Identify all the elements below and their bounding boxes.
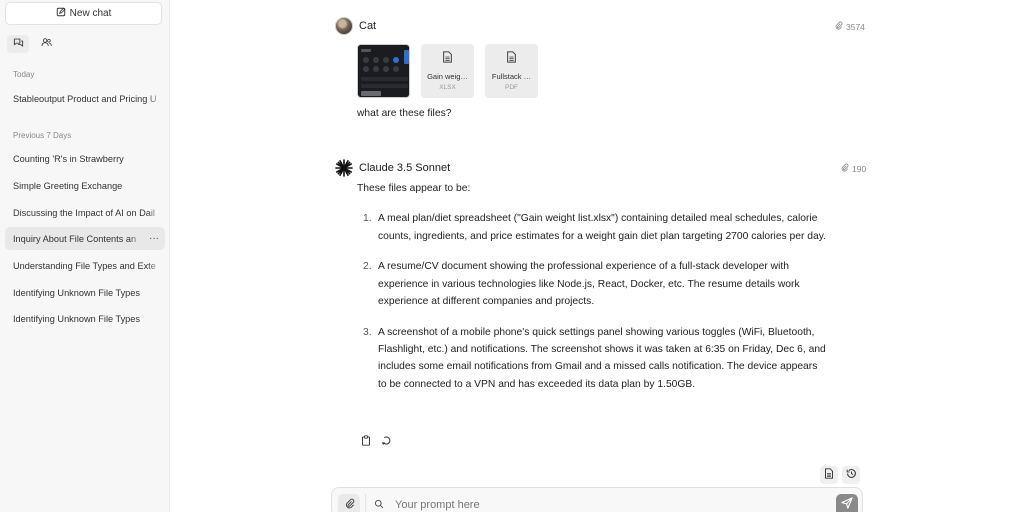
refresh-icon — [381, 433, 392, 451]
file-name: Fullstack … — [491, 72, 532, 81]
chat-app: New chat Today Stableoutput Product and … — [0, 0, 1024, 512]
export-button[interactable] — [820, 466, 838, 484]
list-number: 3. — [363, 326, 372, 338]
sidebar-item-label: Discussing the Impact of AI on Dail — [13, 207, 155, 218]
sidebar-item-label: Identifying Unknown File Types — [13, 313, 140, 324]
sidebar-item-chat[interactable]: Identifying Unknown File Types — [5, 307, 165, 330]
avatar — [335, 17, 353, 35]
list-number: 2. — [363, 261, 372, 273]
new-chat-button[interactable]: New chat — [5, 2, 162, 25]
document-icon — [442, 50, 453, 68]
list-item: 1. A meal plan/diet spreadsheet ("Gain w… — [357, 210, 827, 245]
sidebar-item-chat[interactable]: Identifying Unknown File Types — [5, 281, 165, 304]
list-item: 2. A resume/CV document showing the prof… — [357, 258, 827, 310]
list-item: 3. A screenshot of a mobile phone's quic… — [357, 324, 827, 393]
sidebar-item-label: Simple Greeting Exchange — [13, 180, 123, 191]
send-icon — [841, 496, 853, 512]
sidebar-item-label: Inquiry About File Contents an — [13, 233, 137, 244]
list-number: 1. — [363, 213, 372, 225]
message-actions — [359, 433, 393, 451]
file-attachment-xlsx[interactable]: Gain weig… XLSX — [421, 44, 474, 98]
file-type: XLSX — [439, 84, 456, 91]
new-chat-label: New chat — [69, 8, 112, 19]
file-type: PDF — [505, 84, 518, 91]
edit-icon — [56, 7, 66, 20]
token-count: 3574 — [846, 21, 865, 32]
attach-button[interactable] — [338, 494, 360, 512]
file-name: Gain weig… — [427, 72, 468, 81]
sidebar-item-chat[interactable]: Understanding File Types and Exte — [5, 254, 165, 277]
section-today: Today — [13, 70, 35, 79]
assistant-message-body: These files appear to be: 1. A meal plan… — [357, 180, 827, 406]
image-attachment-thumbnail[interactable] — [357, 44, 410, 98]
more-options-icon[interactable]: ··· — [145, 233, 163, 244]
section-previous-7-days: Previous 7 Days — [13, 131, 72, 140]
user-message-text: what are these files? — [357, 108, 452, 119]
prompt-composer — [331, 487, 863, 512]
token-count-badge: 190 — [840, 163, 866, 174]
history-icon — [846, 466, 857, 484]
send-button[interactable] — [836, 494, 858, 512]
search-toggle[interactable] — [365, 494, 391, 512]
regenerate-button[interactable] — [380, 435, 393, 448]
sidebar-item-label: Identifying Unknown File Types — [13, 287, 140, 298]
sidebar-item-label: Counting 'R's in Strawberry — [13, 153, 124, 164]
list-item-text: A screenshot of a mobile phone's quick s… — [378, 326, 826, 390]
sidebar: New chat Today Stableoutput Product and … — [0, 0, 170, 512]
paperclip-icon — [834, 21, 843, 32]
document-icon — [824, 466, 834, 484]
chats-icon — [13, 35, 24, 53]
tab-users[interactable] — [35, 35, 57, 53]
sidebar-item-chat[interactable]: Simple Greeting Exchange — [5, 174, 165, 197]
sidebar-tabs — [7, 35, 57, 53]
sidebar-item-chat-active[interactable]: Inquiry About File Contents an ··· — [5, 227, 165, 250]
token-count: 190 — [852, 163, 867, 174]
history-button[interactable] — [842, 466, 860, 484]
reply-intro: These files appear to be: — [357, 183, 471, 194]
sidebar-item-label: Stableoutput Product and Pricing U — [13, 93, 157, 104]
file-attachment-pdf[interactable]: Fullstack … PDF — [485, 44, 538, 98]
user-message-header: Cat — [335, 17, 376, 35]
list-item-text: A meal plan/diet spreadsheet ("Gain weig… — [378, 213, 826, 242]
tab-chats[interactable] — [7, 35, 29, 53]
copy-button[interactable] — [359, 433, 372, 451]
clipboard-icon — [361, 433, 371, 451]
chat-tools — [820, 466, 860, 484]
list-item-text: A resume/CV document showing the profess… — [378, 261, 800, 307]
sidebar-item-chat[interactable]: Discussing the Impact of AI on Dail — [5, 201, 165, 224]
attachments: Gain weig… XLSX Fullstack … PDF — [357, 44, 538, 98]
paperclip-icon — [344, 496, 355, 512]
claude-logo-icon — [335, 159, 353, 177]
paperclip-icon — [840, 163, 849, 174]
user-name: Cat — [359, 20, 377, 32]
prompt-input[interactable] — [395, 496, 795, 512]
assistant-name: Claude 3.5 Sonnet — [359, 162, 451, 174]
sidebar-item-label: Understanding File Types and Exte — [13, 260, 156, 271]
users-icon — [41, 35, 52, 53]
assistant-message-header: Claude 3.5 Sonnet — [335, 159, 450, 177]
document-icon — [506, 50, 517, 68]
search-icon — [374, 496, 384, 512]
token-count-badge: 3574 — [834, 21, 865, 32]
sidebar-item-chat[interactable]: Stableoutput Product and Pricing U — [5, 87, 165, 110]
reply-list: 1. A meal plan/diet spreadsheet ("Gain w… — [357, 210, 827, 393]
sidebar-item-chat[interactable]: Counting 'R's in Strawberry — [5, 147, 165, 170]
